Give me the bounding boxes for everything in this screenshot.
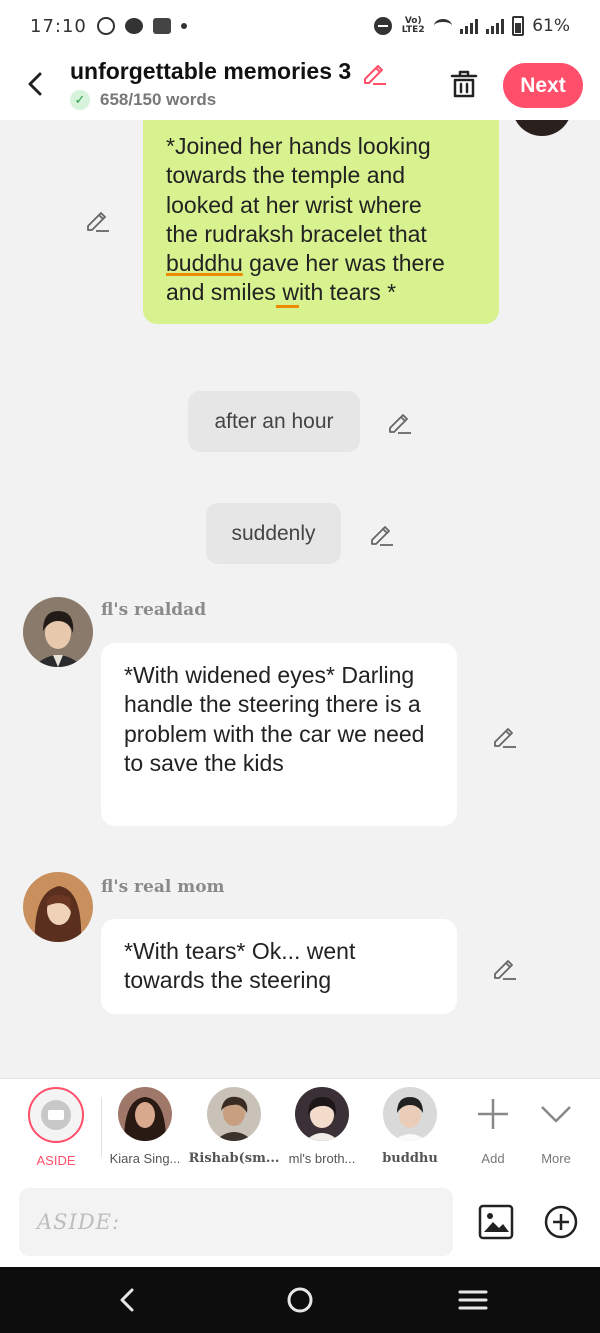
add-circle-icon[interactable] xyxy=(543,1204,579,1240)
header: unforgettable memories 3 ✓ 658/150 words… xyxy=(0,52,600,120)
message-bubble[interactable]: *With tears* Ok... went towards the stee… xyxy=(101,919,457,1014)
edit-message-icon[interactable] xyxy=(84,206,110,232)
character-name: fl's real mom xyxy=(101,877,225,897)
message-line: and smiles with tears * xyxy=(166,278,476,309)
word-count-row: ✓ 658/150 words xyxy=(70,90,216,110)
edit-message-icon[interactable] xyxy=(491,722,517,748)
battery-icon xyxy=(512,16,525,36)
nav-menu-icon[interactable] xyxy=(456,1283,490,1317)
character-label: ml's broth... xyxy=(288,1151,356,1166)
character-selector: ASIDE Kiara Sing... Rishab(sm... ml's br… xyxy=(0,1078,600,1180)
status-bar: 17:10 Vo) LTE2 61% xyxy=(0,0,600,52)
message-bubble[interactable]: *With widened eyes* Darling handle the s… xyxy=(101,643,457,826)
man-portrait-icon xyxy=(23,597,93,667)
character-avatar xyxy=(383,1087,437,1141)
whatsapp-icon xyxy=(96,17,115,35)
character-avatar xyxy=(295,1087,349,1141)
vivo-app-icon xyxy=(152,18,171,34)
narration-bubble[interactable]: after an hour xyxy=(188,391,360,452)
system-nav-bar xyxy=(0,1267,600,1333)
image-icon[interactable] xyxy=(478,1204,514,1240)
story-title: unforgettable memories 3 xyxy=(70,58,352,84)
character-label: Rishab(sm... xyxy=(188,1151,280,1166)
back-button[interactable] xyxy=(22,66,46,102)
edit-message-icon[interactable] xyxy=(491,954,517,980)
edit-narration-icon[interactable] xyxy=(368,520,394,546)
character-label: buddhu xyxy=(382,1151,438,1166)
message-line: *Joined her hands looking xyxy=(166,133,431,159)
status-time: 17:10 xyxy=(30,15,87,37)
character-ml-brother[interactable]: ml's broth... xyxy=(277,1087,367,1166)
aside-icon xyxy=(28,1087,84,1143)
character-avatar xyxy=(118,1087,172,1141)
spellcheck-word[interactable]: w xyxy=(275,279,299,309)
spellcheck-word[interactable]: buddhu xyxy=(166,250,243,276)
next-button[interactable]: Next xyxy=(503,63,583,108)
character-avatar[interactable] xyxy=(23,597,93,667)
chevron-left-icon xyxy=(28,72,42,96)
character-name: fl's realdad xyxy=(101,600,207,620)
nav-back-icon[interactable] xyxy=(110,1283,144,1317)
chevron-down-icon xyxy=(541,1106,571,1123)
nav-home-icon[interactable] xyxy=(283,1283,317,1317)
message-bubble-self[interactable]: *Joined her hands looking towards the te… xyxy=(143,120,499,324)
chat-area[interactable]: *Joined her hands looking towards the te… xyxy=(0,120,600,1078)
character-aside[interactable]: ASIDE xyxy=(11,1087,101,1168)
character-avatar[interactable] xyxy=(23,872,93,942)
avatar[interactable] xyxy=(512,120,572,136)
more-characters-button[interactable]: More xyxy=(511,1087,600,1166)
do-not-disturb-icon xyxy=(374,17,393,35)
message-line: buddhu gave her was there xyxy=(166,250,445,277)
character-avatar xyxy=(207,1087,261,1141)
character-label: ASIDE xyxy=(36,1153,76,1168)
message-icon xyxy=(124,18,143,34)
message-line: looked at her wrist where xyxy=(166,191,422,218)
notification-dot-icon xyxy=(180,23,187,29)
signal-2-icon xyxy=(486,18,505,34)
narration-bubble[interactable]: suddenly xyxy=(206,503,341,564)
character-kiara[interactable]: Kiara Sing... xyxy=(100,1087,190,1166)
edit-title-icon[interactable] xyxy=(361,59,387,85)
check-icon: ✓ xyxy=(70,90,90,110)
title-area[interactable]: unforgettable memories 3 xyxy=(70,58,387,85)
character-buddhu[interactable]: buddhu xyxy=(365,1087,455,1166)
more-label: More xyxy=(541,1151,571,1166)
message-input[interactable]: ASIDE: xyxy=(19,1188,453,1256)
word-count: 658/150 words xyxy=(100,90,217,109)
delete-button[interactable] xyxy=(448,68,480,100)
input-bar: ASIDE: xyxy=(0,1180,600,1267)
edit-narration-icon[interactable] xyxy=(386,408,412,434)
volte-indicator: Vo) LTE2 xyxy=(401,16,425,35)
add-label: Add xyxy=(481,1151,505,1166)
character-rishab[interactable]: Rishab(sm... xyxy=(189,1087,279,1166)
wifi-icon xyxy=(434,19,453,33)
signal-1-icon xyxy=(460,18,479,34)
message-line: towards the temple and xyxy=(166,162,406,189)
battery-percent: 61% xyxy=(532,16,570,36)
woman-portrait-icon xyxy=(23,872,93,942)
character-label: Kiara Sing... xyxy=(109,1151,181,1166)
message-line: the rudraksh bracelet that xyxy=(166,220,427,247)
